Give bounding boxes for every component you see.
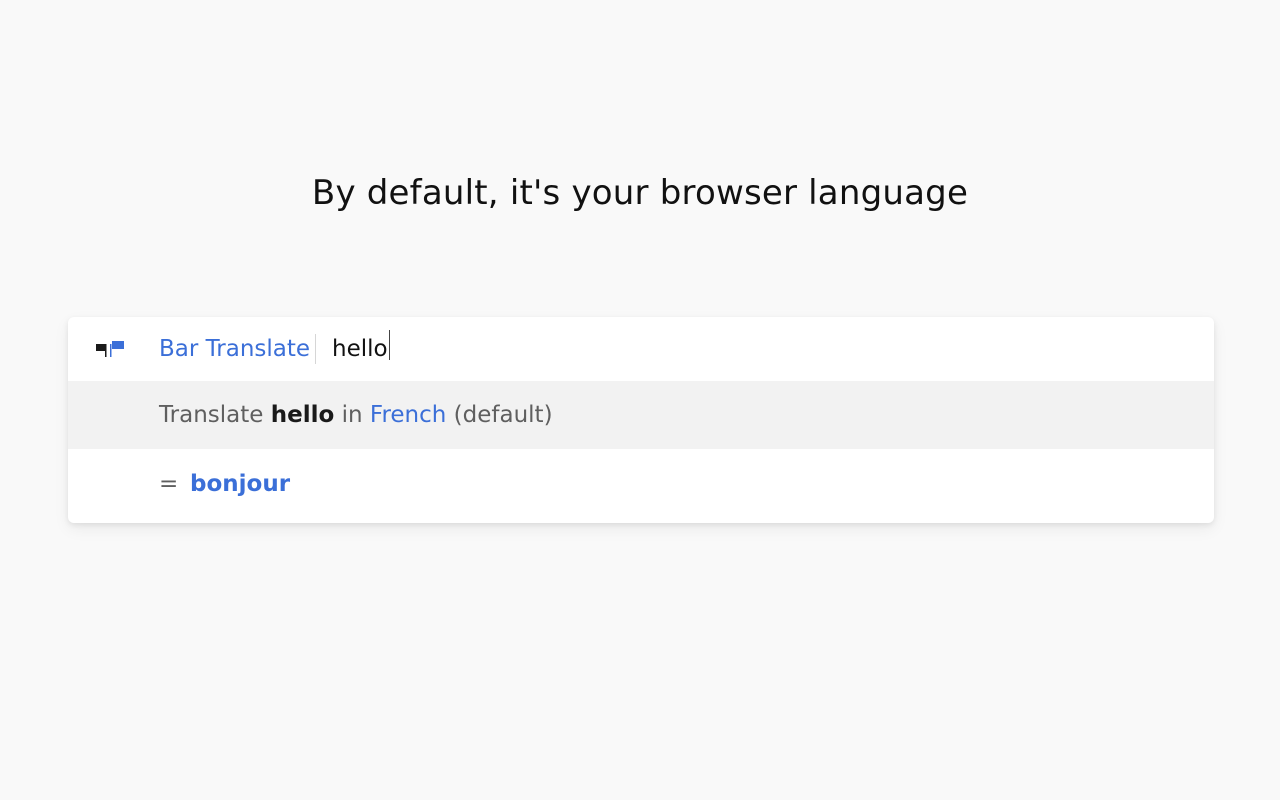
translation-result: bonjour — [190, 471, 291, 497]
suggestion-suffix: (default) — [453, 402, 553, 428]
suggestion-text: Translate hello in French (default) — [159, 400, 553, 430]
search-bar[interactable]: Bar Translate — [68, 317, 1214, 381]
suggestion-row[interactable]: Translate hello in French (default) — [68, 381, 1214, 449]
suggestion-word: hello — [270, 402, 335, 428]
suggestion-language: French — [369, 402, 447, 428]
bar-separator — [315, 334, 316, 364]
suggestion-prefix: Translate — [159, 402, 264, 428]
result-row[interactable]: = bonjour — [68, 449, 1214, 523]
query-input[interactable] — [332, 333, 1192, 365]
equals-sign: = — [159, 471, 179, 497]
extension-keyword: Bar Translate — [159, 336, 311, 362]
flag-icon — [96, 340, 128, 358]
translate-dropdown-panel: Bar Translate Translate hello in French … — [68, 317, 1214, 523]
text-caret — [389, 330, 390, 360]
suggestion-middle: in — [341, 402, 363, 428]
page-headline: By default, it's your browser language — [311, 173, 969, 213]
